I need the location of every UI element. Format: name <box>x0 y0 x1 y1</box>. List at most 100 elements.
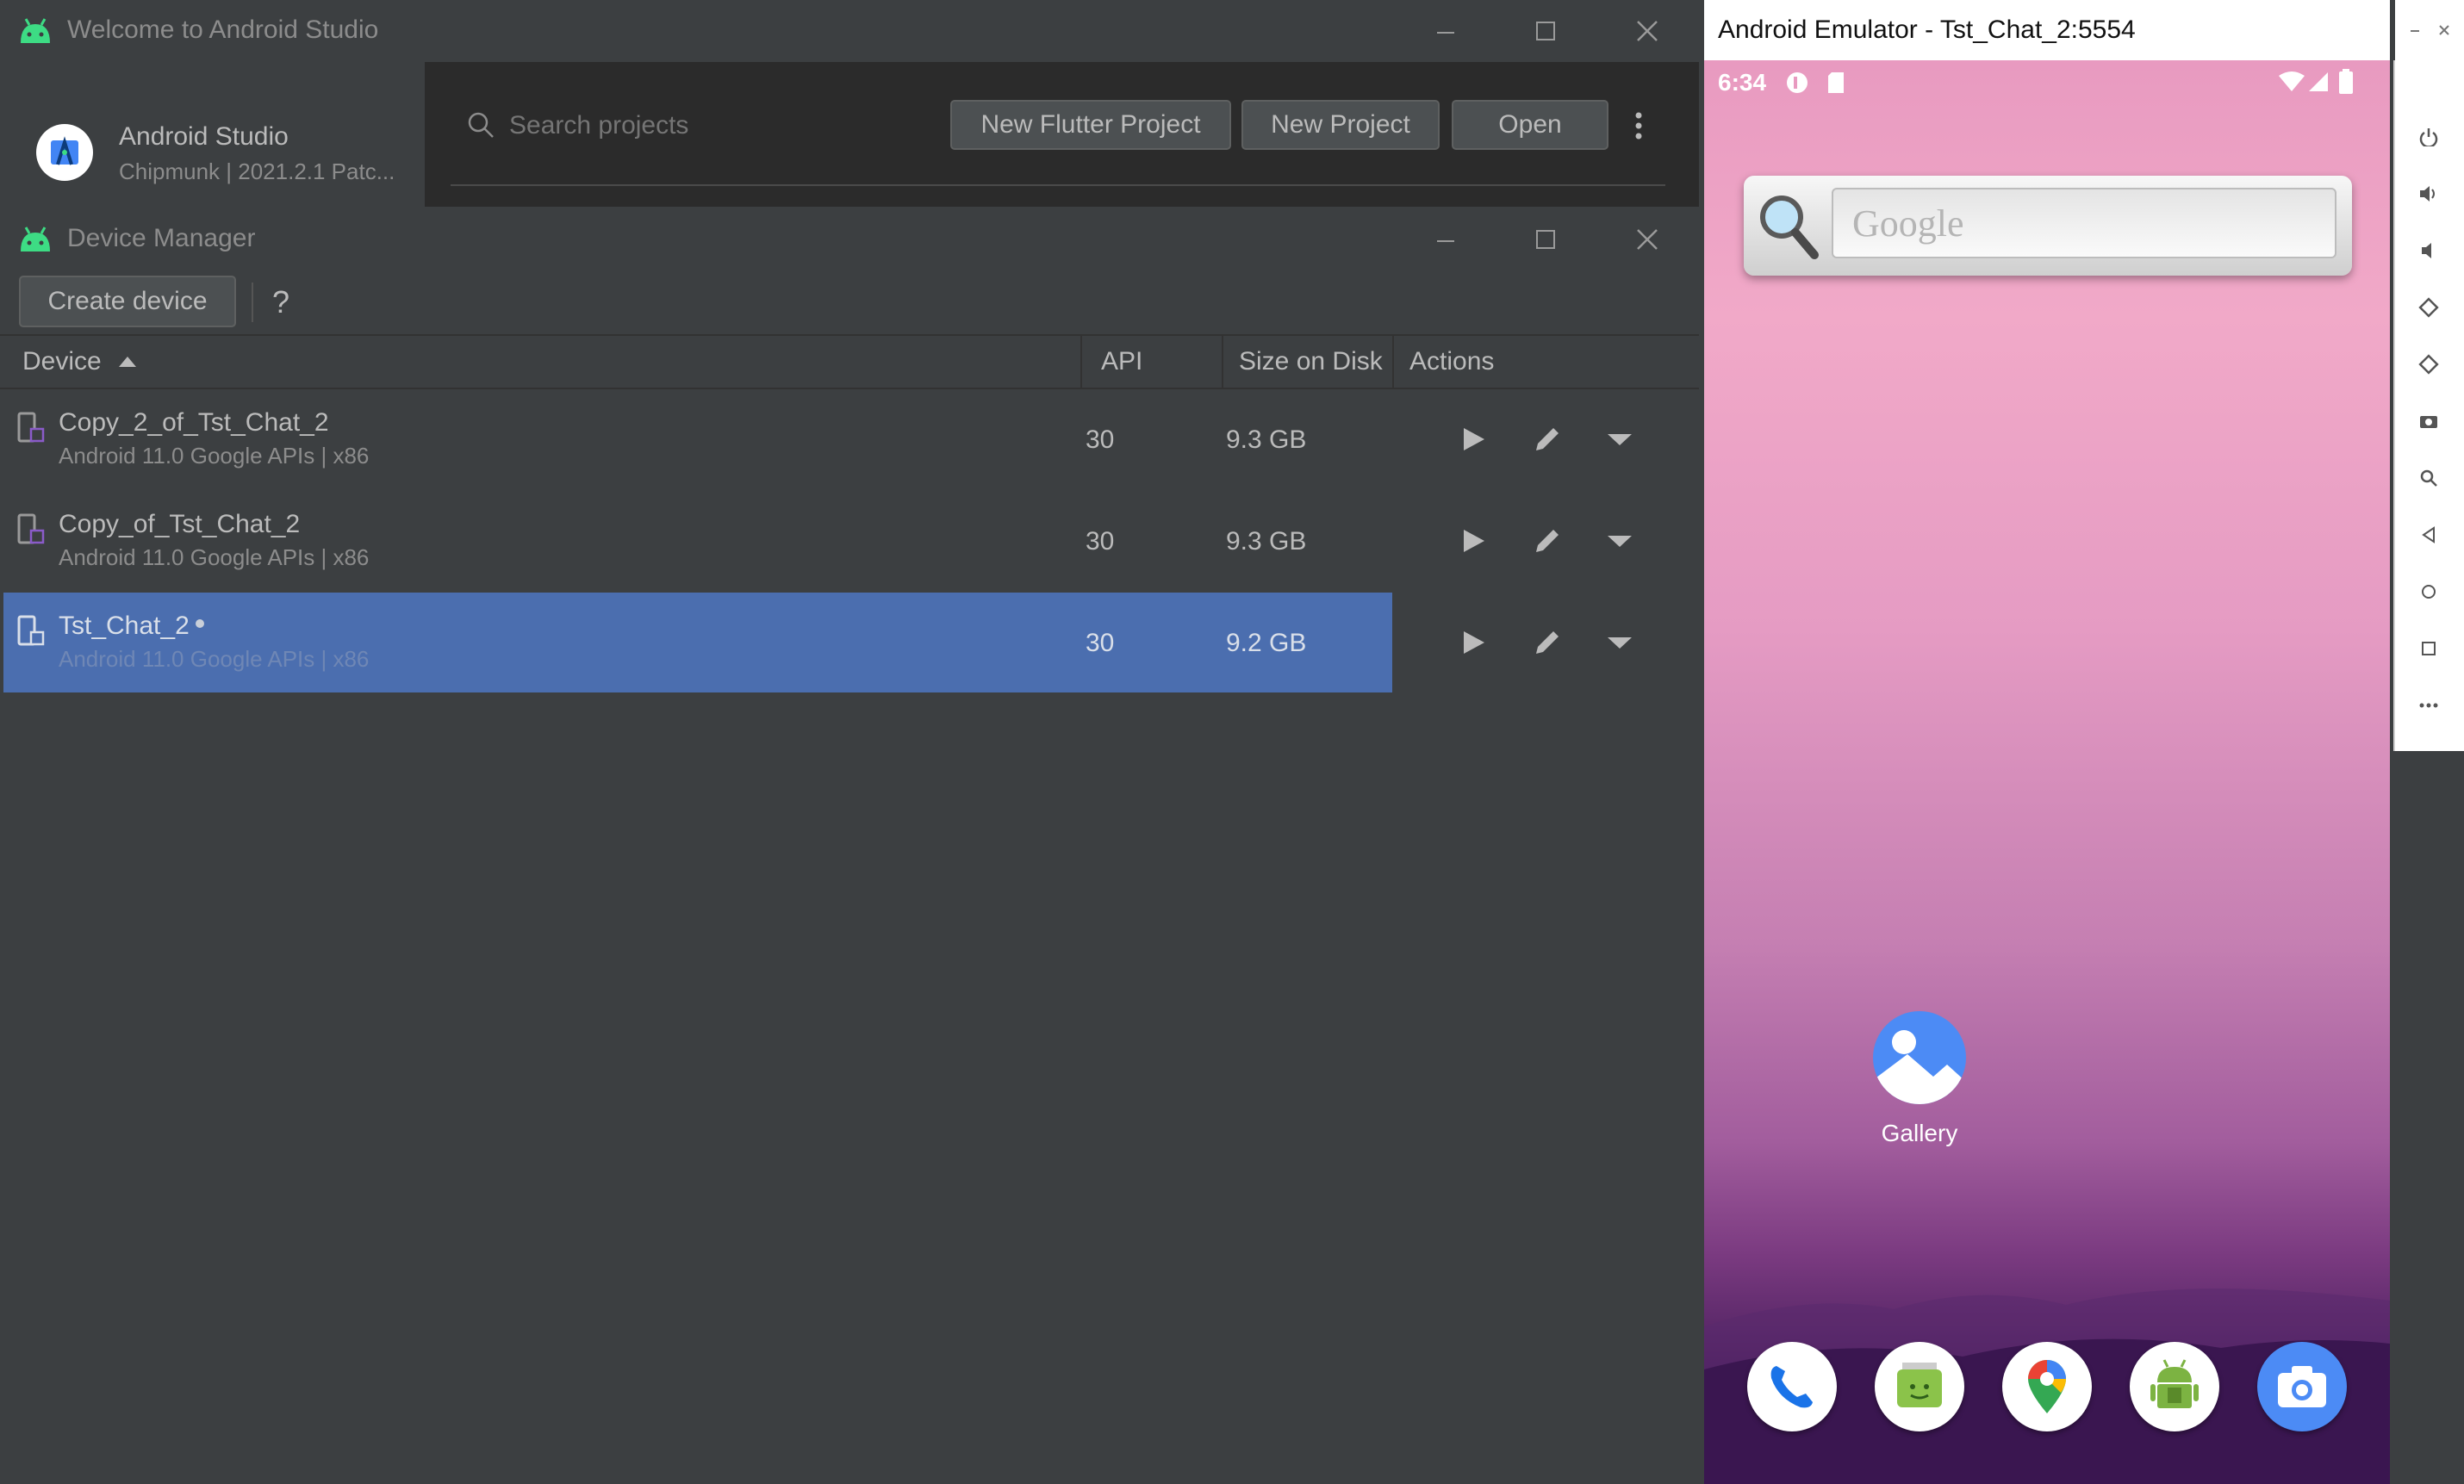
column-api[interactable]: API <box>1080 336 1222 388</box>
more-icon[interactable] <box>2395 677 2462 734</box>
gallery-icon[interactable] <box>1873 1011 1966 1104</box>
volume-down-icon[interactable] <box>2395 222 2462 279</box>
column-size-on-disk[interactable]: Size on Disk <box>1222 336 1392 388</box>
android-app-icon[interactable] <box>2130 1342 2219 1431</box>
device-table-header: Device API Size on Disk Actions <box>0 334 1699 389</box>
camera-icon[interactable] <box>2257 1342 2347 1431</box>
notification-icon <box>1785 71 1809 95</box>
device-name: Copy_of_Tst_Chat_2 <box>59 510 301 538</box>
welcome-titlebar: Welcome to Android Studio <box>0 0 1699 62</box>
dropdown-arrow-icon[interactable] <box>1594 617 1646 668</box>
minimize-icon[interactable] <box>1420 214 1472 265</box>
search-projects-input[interactable] <box>507 103 924 148</box>
welcome-main-panel: New Flutter Project New Project Open <box>425 62 1699 207</box>
side-toolbar-top <box>2395 0 2464 60</box>
table-row[interactable]: Copy_2_of_Tst_Chat_2 Android 11.0 Google… <box>0 389 1699 489</box>
screenshot-icon[interactable] <box>2395 393 2462 450</box>
magnifier-icon <box>1756 191 1820 260</box>
overview-icon[interactable] <box>2395 620 2462 677</box>
welcome-window: Welcome to Android Studio Android Studio… <box>0 0 1699 207</box>
column-device-label: Device <box>22 347 102 376</box>
maximize-icon[interactable] <box>1520 214 1571 265</box>
wallpaper-mountains <box>1704 1288 2390 1484</box>
minimize-icon[interactable] <box>1420 5 1472 57</box>
app-version: Chipmunk | 2021.2.1 Patc... <box>119 158 395 184</box>
emulator-window: Android Emulator - Tst_Chat_2:5554 6:34 … <box>1704 0 2390 1484</box>
edit-icon[interactable] <box>1521 413 1573 465</box>
minimize-icon[interactable] <box>2409 24 2421 36</box>
device-name: Copy_2_of_Tst_Chat_2 <box>59 408 329 437</box>
running-indicator-icon <box>195 618 205 629</box>
edit-icon[interactable] <box>1521 617 1573 668</box>
device-api: 30 <box>1086 629 1115 657</box>
device-name: Tst_Chat_2 <box>59 612 190 640</box>
new-project-button[interactable]: New Project <box>1241 100 1440 150</box>
row-selection-highlight <box>3 593 1392 692</box>
launch-icon[interactable] <box>1447 617 1499 668</box>
emulator-titlebar: Android Emulator - Tst_Chat_2:5554 <box>1704 0 2390 60</box>
zoom-icon[interactable] <box>2395 450 2462 506</box>
google-search-field[interactable]: Google <box>1832 188 2336 258</box>
device-size: 9.2 GB <box>1226 629 1307 657</box>
column-actions: Actions <box>1392 336 1699 388</box>
column-device[interactable]: Device <box>0 336 1080 388</box>
dropdown-arrow-icon[interactable] <box>1594 515 1646 567</box>
maximize-icon[interactable] <box>1520 5 1571 57</box>
gallery-label: Gallery <box>1881 1120 1958 1146</box>
emulator-side-toolbar <box>2393 0 2464 751</box>
maps-icon[interactable] <box>2002 1342 2092 1431</box>
android-studio-logo-icon <box>36 124 93 181</box>
welcome-sidebar: Android Studio Chipmunk | 2021.2.1 Patc.… <box>0 62 425 207</box>
device-api: 30 <box>1086 425 1115 454</box>
device-phone-icon <box>17 615 45 649</box>
phone-icon[interactable] <box>1747 1342 1837 1431</box>
device-detail: Android 11.0 Google APIs | x86 <box>59 646 370 672</box>
google-search-widget[interactable]: Google <box>1744 176 2352 276</box>
volume-up-icon[interactable] <box>2395 165 2462 222</box>
new-flutter-project-button[interactable]: New Flutter Project <box>950 100 1231 150</box>
device-detail: Android 11.0 Google APIs | x86 <box>59 443 370 469</box>
android-logo-icon <box>17 224 53 253</box>
device-size: 9.3 GB <box>1226 527 1307 556</box>
dropdown-arrow-icon[interactable] <box>1594 413 1646 465</box>
launch-icon[interactable] <box>1447 413 1499 465</box>
toolbar-separator <box>252 283 253 322</box>
more-options-icon[interactable] <box>1627 100 1650 152</box>
power-icon[interactable] <box>2395 109 2462 165</box>
back-icon[interactable] <box>2395 506 2462 563</box>
battery-icon <box>2338 69 2354 95</box>
open-button[interactable]: Open <box>1452 100 1608 150</box>
edit-icon[interactable] <box>1521 515 1573 567</box>
launch-icon[interactable] <box>1447 515 1499 567</box>
table-row[interactable]: Tst_Chat_2 Android 11.0 Google APIs | x8… <box>0 593 1699 692</box>
signal-icon <box>2307 71 2330 93</box>
android-logo-icon <box>17 16 53 45</box>
table-row[interactable]: Copy_of_Tst_Chat_2 Android 11.0 Google A… <box>0 491 1699 591</box>
google-search-text: Google <box>1852 202 1964 245</box>
close-icon[interactable] <box>1621 5 1673 57</box>
sd-card-icon <box>1826 71 1845 95</box>
rotate-right-icon[interactable] <box>2395 336 2462 393</box>
wifi-icon <box>2278 71 2305 93</box>
rotate-left-icon[interactable] <box>2395 279 2462 336</box>
home-icon[interactable] <box>2395 563 2462 620</box>
device-detail: Android 11.0 Google APIs | x86 <box>59 544 370 570</box>
create-device-button[interactable]: Create device <box>19 276 236 327</box>
device-api: 30 <box>1086 527 1115 556</box>
search-icon <box>466 110 495 140</box>
close-icon[interactable] <box>1621 214 1673 265</box>
emulator-title: Android Emulator - Tst_Chat_2:5554 <box>1718 16 2136 44</box>
status-time: 6:34 <box>1718 69 1767 96</box>
close-icon[interactable] <box>2438 24 2450 36</box>
app-name: Android Studio <box>119 122 289 151</box>
welcome-window-title: Welcome to Android Studio <box>67 16 379 44</box>
device-manager-title: Device Manager <box>67 224 256 252</box>
device-size: 9.3 GB <box>1226 425 1307 454</box>
sort-ascending-icon <box>118 357 136 367</box>
emulator-screen[interactable]: 6:34 Google Gallery <box>1704 60 2390 1484</box>
device-phone-icon <box>17 513 45 548</box>
messages-icon[interactable] <box>1875 1342 1964 1431</box>
device-phone-icon <box>17 412 45 446</box>
help-icon[interactable]: ? <box>272 284 289 320</box>
divider <box>451 184 1665 186</box>
